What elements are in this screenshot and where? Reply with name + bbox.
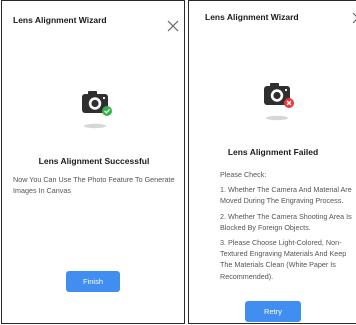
dialog-title: Lens Alignment Wizard xyxy=(13,15,107,25)
success-heading: Lens Alignment Successful xyxy=(38,156,150,166)
screenshot-stage: Lens Alignment Wizard Lens Alignment Suc… xyxy=(0,0,356,325)
failure-heading: Lens Alignment Failed xyxy=(227,147,319,157)
close-button[interactable] xyxy=(167,20,179,32)
failure-dialog: Lens Alignment Wizard Lens Alignment Fai… xyxy=(188,0,356,324)
success-description: Now You Can Use The Photo Feature To Gen… xyxy=(13,175,175,195)
check-intro: Please Check: xyxy=(220,170,267,179)
close-icon xyxy=(167,20,179,32)
close-button[interactable] xyxy=(352,12,356,24)
retry-button[interactable]: Retry xyxy=(245,301,301,322)
finish-button[interactable]: Finish xyxy=(66,271,120,292)
check-item: 3. Please Choose Light-Colored, Non-Text… xyxy=(220,238,347,281)
check-item: 1. Whether The Camera And Material Are M… xyxy=(220,185,352,206)
camera-error-icon xyxy=(261,81,295,121)
check-list: Please Check: 1. Whether The Camera And … xyxy=(220,169,355,286)
close-icon xyxy=(352,12,356,24)
success-dialog: Lens Alignment Wizard Lens Alignment Suc… xyxy=(1,0,185,324)
camera-success-icon xyxy=(79,89,113,129)
check-item: 2. Whether The Camera Shooting Area Is B… xyxy=(220,211,352,232)
dialog-title: Lens Alignment Wizard xyxy=(205,12,299,22)
